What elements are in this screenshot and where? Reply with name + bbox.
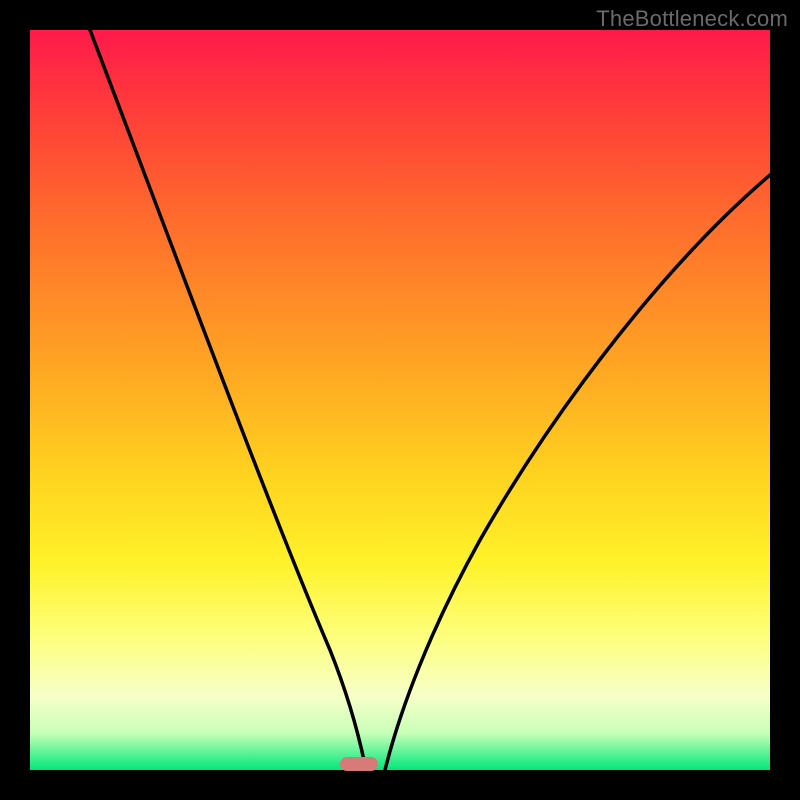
curve-right	[385, 175, 770, 770]
curve-left	[90, 30, 366, 770]
watermark-text: TheBottleneck.com	[596, 6, 788, 32]
bottleneck-curve	[30, 30, 770, 770]
optimal-marker	[340, 757, 378, 771]
chart-area	[30, 30, 770, 770]
